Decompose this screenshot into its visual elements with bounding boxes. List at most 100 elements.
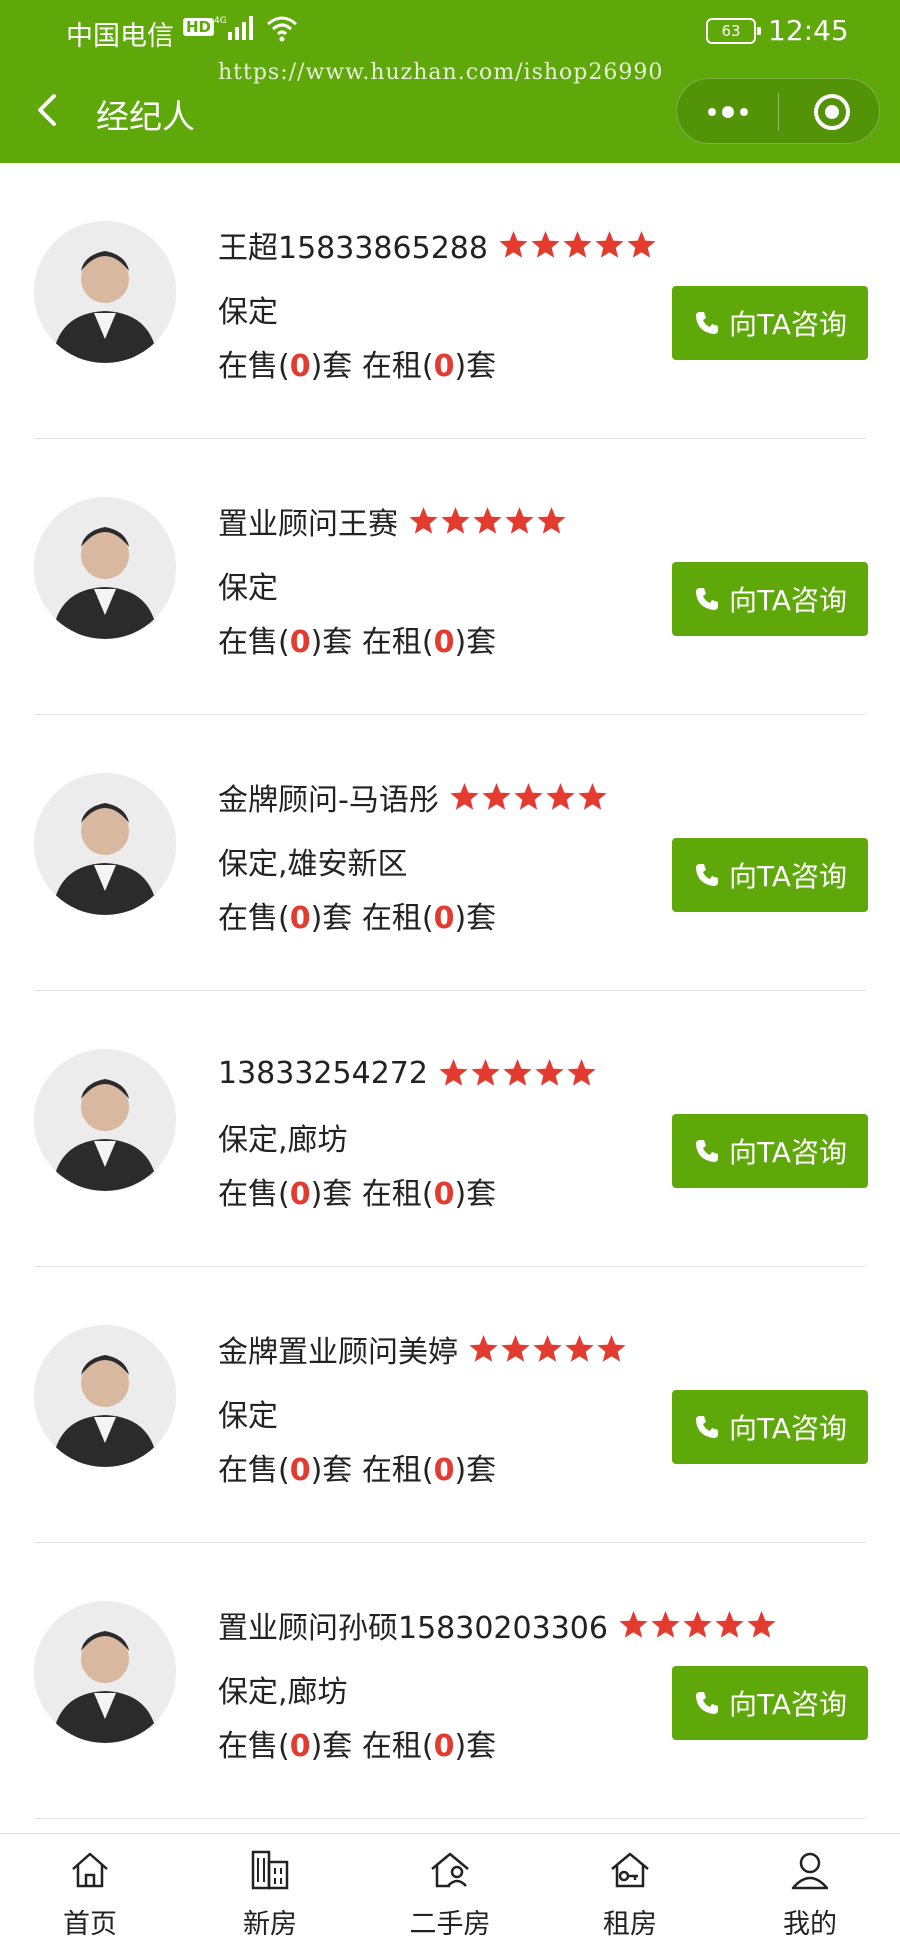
signal-icon: 4G bbox=[214, 16, 253, 40]
tab-mine[interactable]: 我的 bbox=[720, 1834, 900, 1950]
chevron-left-icon[interactable] bbox=[30, 90, 66, 130]
phone-icon bbox=[695, 1416, 718, 1438]
for-sale-prefix: 在售( bbox=[218, 1729, 290, 1764]
for-sale-suffix: )套 bbox=[310, 1177, 353, 1212]
agent-area: 保定 bbox=[218, 1399, 278, 1434]
star-icon bbox=[595, 231, 624, 258]
consult-label: 向TA咨询 bbox=[728, 584, 848, 617]
for-rent-count: 0 bbox=[433, 901, 455, 936]
tab-second-hand[interactable]: 二手房 bbox=[360, 1834, 540, 1950]
for-sale-prefix: 在售( bbox=[218, 1453, 290, 1488]
agent-card[interactable]: 金牌置业顾问美婷 保定 在售(0)套 在租(0)套 向TA咨询 bbox=[0, 1267, 900, 1543]
phone-icon bbox=[695, 1140, 718, 1162]
agent-avatar[interactable] bbox=[34, 773, 176, 915]
for-sale-prefix: 在售( bbox=[218, 625, 290, 660]
consult-button[interactable]: 向TA咨询 bbox=[672, 1114, 868, 1188]
star-icon bbox=[651, 1611, 680, 1638]
consult-button[interactable]: 向TA咨询 bbox=[672, 286, 868, 360]
avatar-person-icon bbox=[34, 1601, 176, 1743]
agent-area: 保定,廊坊 bbox=[218, 1675, 348, 1710]
rating-stars bbox=[408, 506, 568, 536]
tab-label: 我的 bbox=[783, 1909, 837, 1940]
tab-label: 二手房 bbox=[409, 1909, 491, 1940]
phone-icon bbox=[695, 864, 718, 886]
target-close-icon[interactable] bbox=[811, 91, 853, 133]
star-icon bbox=[683, 1611, 712, 1638]
agent-name-row: 置业顾问孙硕15830203306 bbox=[218, 1605, 778, 1646]
svg-text:4G: 4G bbox=[214, 16, 227, 26]
agent-area: 保定 bbox=[218, 571, 278, 606]
consult-button[interactable]: 向TA咨询 bbox=[672, 562, 868, 636]
house-person-icon bbox=[431, 1852, 469, 1888]
star-icon bbox=[439, 1059, 468, 1086]
consult-button[interactable]: 向TA咨询 bbox=[672, 1666, 868, 1740]
tab-new-house[interactable]: 新房 bbox=[180, 1834, 360, 1950]
bottom-tab-bar: 首页 新房 二手房 租房 我的 bbox=[0, 1833, 900, 1950]
for-rent-prefix: 在租( bbox=[361, 349, 434, 384]
for-sale-suffix: )套 bbox=[310, 625, 353, 660]
star-icon bbox=[505, 507, 534, 534]
status-bar: 中国电信 HD 4G 63 12:45 bbox=[0, 0, 900, 62]
agent-name: 王超15833865288 bbox=[218, 231, 488, 266]
agent-avatar[interactable] bbox=[34, 1325, 176, 1467]
agent-avatar[interactable] bbox=[34, 497, 176, 639]
agent-name: 金牌顾问-马语彤 bbox=[218, 783, 439, 818]
rating-stars bbox=[498, 230, 658, 260]
consult-button[interactable]: 向TA咨询 bbox=[672, 1390, 868, 1464]
tab-rent[interactable]: 租房 bbox=[540, 1834, 720, 1950]
avatar-person-icon bbox=[34, 1325, 176, 1467]
tab-home[interactable]: 首页 bbox=[0, 1834, 180, 1950]
for-sale-prefix: 在售( bbox=[218, 901, 290, 936]
star-icon bbox=[531, 231, 560, 258]
star-icon bbox=[533, 1335, 562, 1362]
rating-stars bbox=[468, 1334, 628, 1364]
star-icon bbox=[597, 1335, 626, 1362]
tab-label: 新房 bbox=[243, 1909, 297, 1940]
for-sale-suffix: )套 bbox=[310, 1453, 353, 1488]
star-icon bbox=[409, 507, 438, 534]
agent-name: 置业顾问孙硕15830203306 bbox=[218, 1611, 608, 1646]
for-rent-count: 0 bbox=[433, 1729, 455, 1764]
star-icon bbox=[537, 507, 566, 534]
star-icon bbox=[441, 507, 470, 534]
for-rent-prefix: 在租( bbox=[361, 1729, 434, 1764]
for-sale-suffix: )套 bbox=[310, 901, 353, 936]
star-icon bbox=[471, 1059, 500, 1086]
for-rent-suffix: )套 bbox=[454, 901, 497, 936]
for-sale-prefix: 在售( bbox=[218, 1177, 290, 1212]
phone-icon bbox=[695, 1692, 718, 1714]
agent-card[interactable]: 置业顾问王赛 保定 在售(0)套 在租(0)套 向TA咨询 bbox=[0, 439, 900, 715]
for-rent-prefix: 在租( bbox=[361, 625, 434, 660]
for-sale-count: 0 bbox=[289, 901, 311, 936]
for-rent-prefix: 在租( bbox=[361, 901, 434, 936]
star-icon bbox=[499, 231, 528, 258]
for-rent-suffix: )套 bbox=[454, 1177, 497, 1212]
agent-avatar[interactable] bbox=[34, 221, 176, 363]
agent-area: 保定 bbox=[218, 295, 278, 330]
capsule-divider bbox=[778, 93, 779, 131]
consult-label: 向TA咨询 bbox=[728, 860, 848, 893]
rating-stars bbox=[618, 1610, 778, 1640]
star-icon bbox=[563, 231, 592, 258]
for-sale-count: 0 bbox=[289, 625, 311, 660]
star-icon bbox=[503, 1059, 532, 1086]
wifi-icon bbox=[267, 16, 297, 42]
star-icon bbox=[473, 507, 502, 534]
star-icon bbox=[450, 783, 479, 810]
agent-card[interactable]: 金牌顾问-马语彤 保定,雄安新区 在售(0)套 在租(0)套 向TA咨询 bbox=[0, 715, 900, 991]
rating-stars bbox=[438, 1058, 598, 1088]
tab-label: 首页 bbox=[63, 1909, 117, 1940]
consult-button[interactable]: 向TA咨询 bbox=[672, 838, 868, 912]
agent-avatar[interactable] bbox=[34, 1601, 176, 1743]
star-icon bbox=[565, 1335, 594, 1362]
agent-avatar[interactable] bbox=[34, 1049, 176, 1191]
mini-program-capsule bbox=[676, 78, 880, 144]
agent-name-row: 王超15833865288 bbox=[218, 225, 658, 266]
more-dots-icon[interactable] bbox=[705, 101, 751, 123]
agent-card[interactable]: 置业顾问孙硕15830203306 保定,廊坊 在售(0)套 在租(0)套 向T… bbox=[0, 1543, 900, 1819]
agent-card[interactable]: 王超15833865288 保定 在售(0)套 在租(0)套 向TA咨询 bbox=[0, 163, 900, 439]
star-icon bbox=[546, 783, 575, 810]
avatar-person-icon bbox=[34, 1049, 176, 1191]
agent-card[interactable]: 13833254272 保定,廊坊 在售(0)套 在租(0)套 向TA咨询 bbox=[0, 991, 900, 1267]
consult-label: 向TA咨询 bbox=[728, 1412, 848, 1445]
